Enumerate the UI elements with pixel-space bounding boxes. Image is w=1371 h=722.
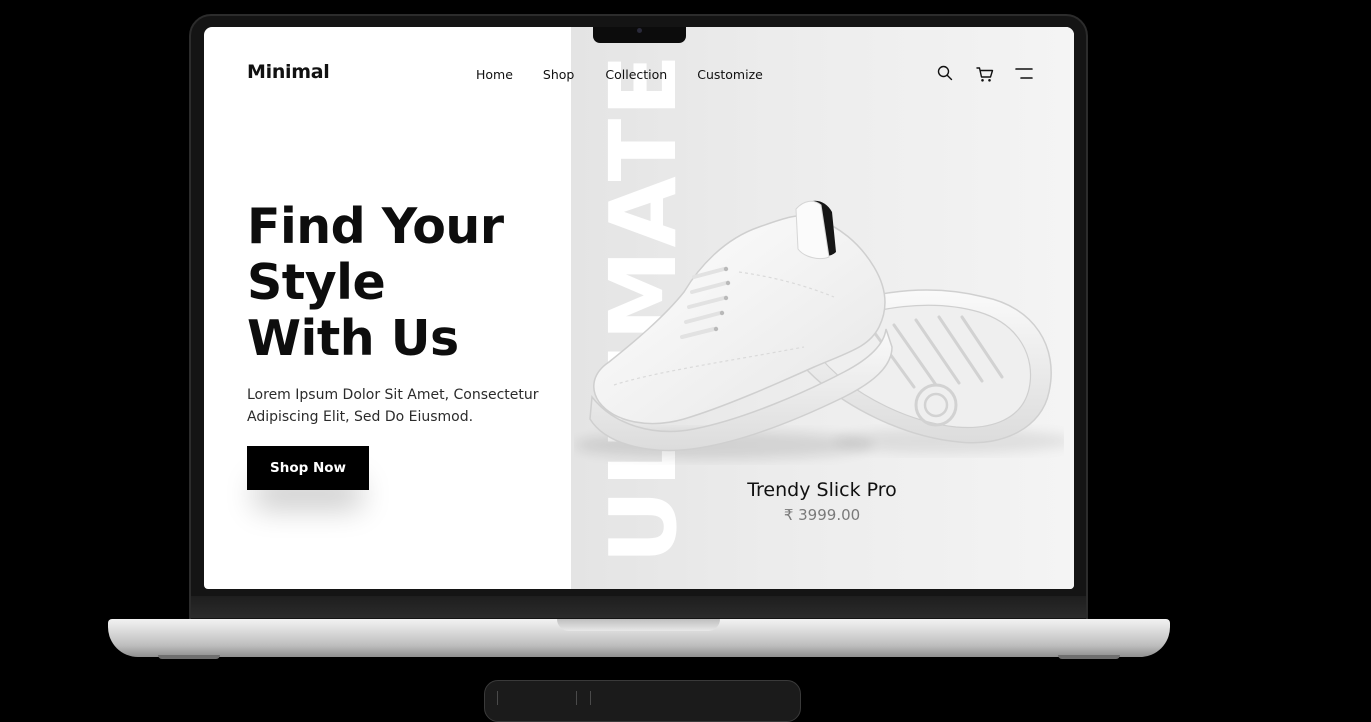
product-price: ₹ 3999.00 [783,506,861,524]
menu-icon[interactable] [1015,67,1033,81]
cart-icon[interactable] [976,66,994,83]
nav-item-customize[interactable]: Customize [697,67,763,82]
laptop-screen: ULTIMATE Minimal Home Shop Collection Cu… [204,27,1074,589]
nav-item-home[interactable]: Home [476,67,513,82]
hero-title-line: Style [247,254,386,311]
laptop-base-notch [557,619,720,631]
product-name: Trendy Slick Pro [747,479,897,501]
nav-item-shop[interactable]: Shop [543,67,574,82]
camera-notch [593,27,686,43]
hero-title-line: With Us [247,310,459,367]
sneaker-product-image[interactable] [574,157,1064,487]
nav-item-collection[interactable]: Collection [605,67,667,82]
brand-logo[interactable]: Minimal [247,61,330,83]
shop-now-button[interactable]: Shop Now [247,446,369,490]
main-nav: Home Shop Collection Customize [476,67,763,82]
hero-title-line: Find Your [247,198,504,255]
hero-description: Lorem Ipsum Dolor Sit Amet, Consectetur … [247,387,539,425]
camera-icon [637,28,642,33]
dock-bar [484,680,801,722]
laptop-foot-right [1058,655,1120,659]
search-icon[interactable] [937,65,953,81]
laptop-bezel-bottom [191,596,1086,618]
laptop-foot-left [158,655,220,659]
hero-title: Find Your Style With Us [247,198,504,367]
